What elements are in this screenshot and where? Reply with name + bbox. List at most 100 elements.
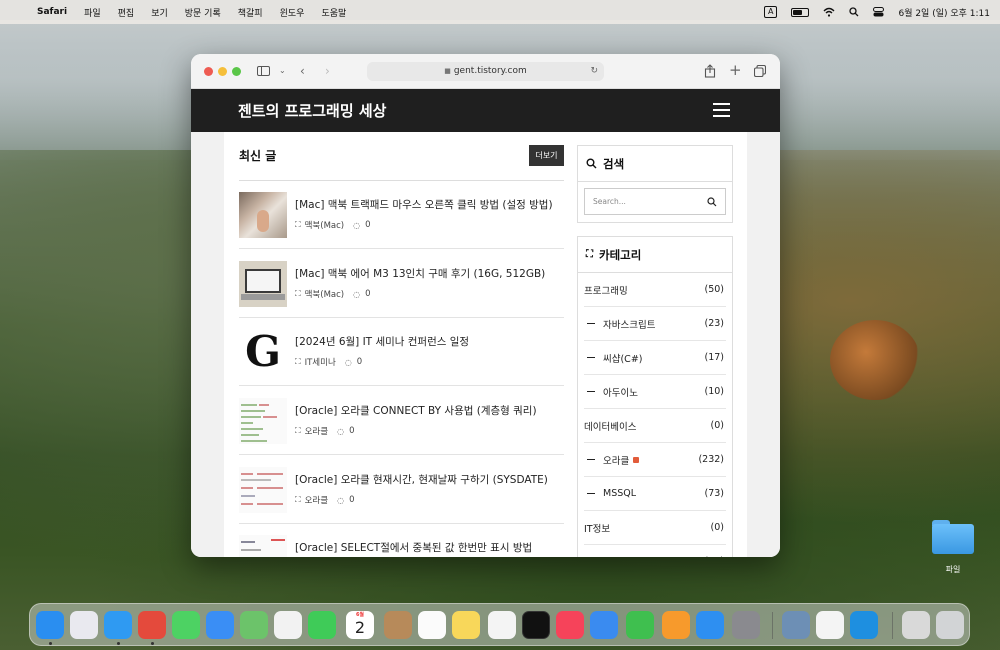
- menu-view[interactable]: 보기: [151, 6, 168, 19]
- app-menu[interactable]: Safari: [37, 7, 67, 17]
- more-button[interactable]: 더보기: [529, 145, 564, 166]
- search-input[interactable]: Search...: [584, 188, 726, 215]
- freeform-app-icon[interactable]: [488, 611, 516, 639]
- post-category[interactable]: 오라클: [305, 494, 328, 506]
- address-bar[interactable]: ■ gent.tistory.com ↻: [367, 62, 604, 81]
- menu-edit[interactable]: 편집: [118, 6, 135, 19]
- finder-app-icon[interactable]: [36, 611, 64, 639]
- post-item[interactable]: [Oracle] SELECT절에서 중복된 값 한번만 표시 방법: [239, 524, 564, 557]
- new-tab-plus-icon[interactable]: +: [729, 62, 742, 78]
- category-item[interactable]: 씨샵(C#) (17): [584, 341, 726, 375]
- facetime-app-icon[interactable]: [308, 611, 336, 639]
- menu-history[interactable]: 방문 기록: [185, 6, 221, 19]
- textedit-app-icon[interactable]: [816, 611, 844, 639]
- post-category[interactable]: 오라클: [305, 425, 328, 437]
- safari-app-icon[interactable]: [104, 611, 132, 639]
- search-icon: [586, 158, 597, 169]
- category-item[interactable]: 자바스크립트 (23): [584, 307, 726, 341]
- trash-app-icon[interactable]: [936, 611, 964, 639]
- back-arrow-icon[interactable]: ‹: [300, 63, 305, 79]
- post-thumbnail[interactable]: G: [239, 329, 287, 375]
- zoom-window-button[interactable]: [232, 67, 241, 76]
- category-tree-icon: ⛶: [295, 495, 301, 504]
- share-icon[interactable]: [704, 64, 716, 78]
- post-category[interactable]: IT세미나: [305, 356, 336, 368]
- system-settings-app-icon[interactable]: [732, 611, 760, 639]
- menubar-clock[interactable]: 6월 2일 (일) 오후 1:11: [898, 6, 990, 19]
- hamburger-menu-icon[interactable]: [713, 103, 730, 117]
- input-source-indicator[interactable]: A: [763, 6, 778, 18]
- post-thumbnail[interactable]: [239, 192, 287, 238]
- messages-app-icon[interactable]: [172, 611, 200, 639]
- menu-help[interactable]: 도움말: [321, 6, 346, 19]
- photos-app-icon[interactable]: [274, 611, 302, 639]
- wallpaper-tree: [830, 320, 920, 400]
- post-title[interactable]: [Mac] 맥북 트랙패드 마우스 오른쪽 클릭 방법 (설정 방법): [295, 197, 553, 212]
- folder-icon[interactable]: [932, 520, 974, 554]
- chrome-app-icon[interactable]: [138, 611, 166, 639]
- numbers-app-icon[interactable]: [626, 611, 654, 639]
- site-title[interactable]: 젠트의 프로그래밍 세상: [238, 100, 386, 121]
- notes-app-icon[interactable]: [452, 611, 480, 639]
- music-app-icon[interactable]: [556, 611, 584, 639]
- wifi-icon[interactable]: [823, 7, 835, 17]
- post-item[interactable]: [Oracle] 오라클 CONNECT BY 사용법 (계층형 쿼리) ⛶ 오…: [239, 387, 564, 455]
- battery-icon[interactable]: [791, 7, 810, 17]
- category-item[interactable]: 아두이노 (10): [584, 375, 726, 409]
- sidebar-toggle-icon[interactable]: [257, 66, 270, 76]
- app-store-app-icon[interactable]: [696, 611, 724, 639]
- reload-icon[interactable]: ↻: [590, 62, 598, 81]
- subcategory-dash-icon: [587, 390, 595, 393]
- category-item[interactable]: 프로그래밍 (50): [584, 273, 726, 307]
- reminders-app-icon[interactable]: [418, 611, 446, 639]
- close-window-button[interactable]: [204, 67, 213, 76]
- category-item[interactable]: 데이터베이스 (0): [584, 409, 726, 443]
- documents-app-icon[interactable]: [902, 611, 930, 639]
- category-item[interactable]: MSSQL (73): [584, 477, 726, 511]
- tv-app-icon[interactable]: [522, 611, 550, 639]
- menu-window[interactable]: 윈도우: [280, 6, 305, 19]
- maps-app-icon[interactable]: [240, 611, 268, 639]
- keynote-app-icon[interactable]: [590, 611, 618, 639]
- tab-overview-icon[interactable]: [754, 65, 766, 77]
- spotlight-icon[interactable]: [849, 7, 859, 17]
- mail-app-icon[interactable]: [206, 611, 234, 639]
- category-tree-icon: ⛶: [295, 357, 301, 366]
- post-category[interactable]: 맥북(Mac): [305, 219, 345, 231]
- search-submit-icon[interactable]: [707, 189, 717, 217]
- post-category[interactable]: 맥북(Mac): [305, 288, 345, 300]
- chevron-down-icon[interactable]: ⌄: [279, 63, 286, 79]
- post-thumbnail[interactable]: [239, 467, 287, 513]
- control-center-icon[interactable]: [873, 7, 885, 17]
- post-title[interactable]: [Oracle] SELECT절에서 중복된 값 한번만 표시 방법: [295, 540, 532, 555]
- contacts-app-icon[interactable]: [384, 611, 412, 639]
- folder-label[interactable]: 파일: [934, 564, 972, 575]
- menu-bookmarks[interactable]: 책갈피: [238, 6, 263, 19]
- post-title[interactable]: [2024년 6월] IT 세미나 컨퍼런스 일정: [295, 334, 469, 349]
- category-item[interactable]: IT세미나 (70): [584, 545, 726, 557]
- post-thumbnail[interactable]: [239, 535, 287, 557]
- category-label: IT세미나: [603, 555, 638, 558]
- post-thumbnail[interactable]: [239, 261, 287, 307]
- menu-file[interactable]: 파일: [84, 6, 101, 19]
- calendar-app-icon[interactable]: 6월 2: [346, 611, 374, 639]
- post-item[interactable]: [Mac] 맥북 에어 M3 13인치 구매 후기 (16G, 512GB) ⛶…: [239, 250, 564, 318]
- post-item[interactable]: G [2024년 6월] IT 세미나 컨퍼런스 일정 ⛶ IT세미나 ◌ 0: [239, 318, 564, 386]
- preview-app-icon[interactable]: [782, 611, 810, 639]
- category-count: (10): [704, 386, 724, 397]
- calendar-day: 2: [354, 618, 366, 637]
- post-item[interactable]: [Oracle] 오라클 현재시간, 현재날짜 구하기 (SYSDATE) ⛶ …: [239, 456, 564, 524]
- pages-app-icon[interactable]: [662, 611, 690, 639]
- post-title[interactable]: [Oracle] 오라클 현재시간, 현재날짜 구하기 (SYSDATE): [295, 472, 548, 487]
- post-title[interactable]: [Mac] 맥북 에어 M3 13인치 구매 후기 (16G, 512GB): [295, 266, 545, 281]
- category-item[interactable]: 오라클 (232): [584, 443, 726, 477]
- category-item[interactable]: IT정보 (0): [584, 511, 726, 545]
- forward-arrow-icon[interactable]: ›: [325, 63, 330, 79]
- edge-app-icon[interactable]: [850, 611, 878, 639]
- post-title[interactable]: [Oracle] 오라클 CONNECT BY 사용법 (계층형 쿼리): [295, 403, 537, 418]
- minimize-window-button[interactable]: [218, 67, 227, 76]
- post-thumbnail[interactable]: [239, 398, 287, 444]
- post-item[interactable]: [Mac] 맥북 트랙패드 마우스 오른쪽 클릭 방법 (설정 방법) ⛶ 맥북…: [239, 181, 564, 249]
- search-widget-title: 검색: [603, 156, 625, 171]
- launchpad-app-icon[interactable]: [70, 611, 98, 639]
